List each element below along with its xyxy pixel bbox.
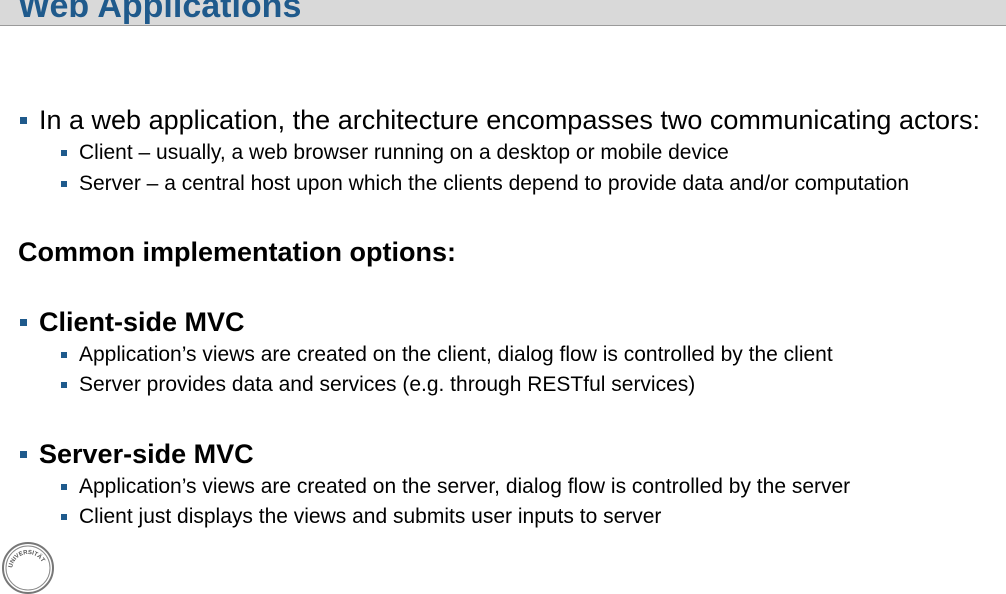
- intro-text: In a web application, the architecture e…: [39, 105, 980, 135]
- client-mvc-item: Server provides data and services (e.g. …: [61, 372, 695, 398]
- server-mvc-item: Client just displays the views and submi…: [61, 504, 661, 530]
- client-mvc-item: Application’s views are created on the c…: [61, 342, 833, 368]
- intro-subitem-server: Server – a central host upon which the c…: [61, 171, 909, 197]
- intro-bullet: In a web application, the architecture e…: [20, 104, 980, 136]
- options-heading: Common implementation options:: [18, 237, 456, 267]
- bullet-square-icon: [61, 181, 67, 187]
- client-mvc-bullet: Client-side MVC: [20, 306, 245, 338]
- bullet-square-icon: [61, 484, 67, 490]
- bullet-square-icon: [20, 450, 27, 458]
- server-mvc-heading: Server-side MVC: [39, 439, 254, 469]
- bullet-square-icon: [61, 352, 67, 358]
- server-mvc-item-text: Client just displays the views and submi…: [79, 505, 662, 528]
- client-mvc-item-text: Server provides data and services (e.g. …: [79, 373, 696, 396]
- university-seal-logo: UNIVERSITÄT: [2, 542, 54, 594]
- server-mvc-item: Application’s views are created on the s…: [61, 474, 850, 500]
- slide-content: Web Applications In a web application, t…: [0, 0, 1006, 594]
- bullet-square-icon: [20, 318, 27, 326]
- client-mvc-heading: Client-side MVC: [39, 307, 245, 337]
- slide-title: Web Applications: [18, 0, 302, 25]
- seal-icon: UNIVERSITÄT: [5, 545, 51, 591]
- bullet-square-icon: [61, 514, 67, 520]
- bullet-square-icon: [20, 116, 27, 124]
- intro-subitem-text: Server – a central host upon which the c…: [79, 172, 910, 195]
- intro-subitem-client: Client – usually, a web browser running …: [61, 140, 729, 166]
- server-mvc-bullet: Server-side MVC: [20, 438, 254, 470]
- server-mvc-item-text: Application’s views are created on the s…: [79, 475, 851, 498]
- bullet-square-icon: [61, 150, 67, 156]
- client-mvc-item-text: Application’s views are created on the c…: [79, 343, 833, 366]
- intro-subitem-text: Client – usually, a web browser running …: [79, 141, 729, 164]
- bullet-square-icon: [61, 382, 67, 388]
